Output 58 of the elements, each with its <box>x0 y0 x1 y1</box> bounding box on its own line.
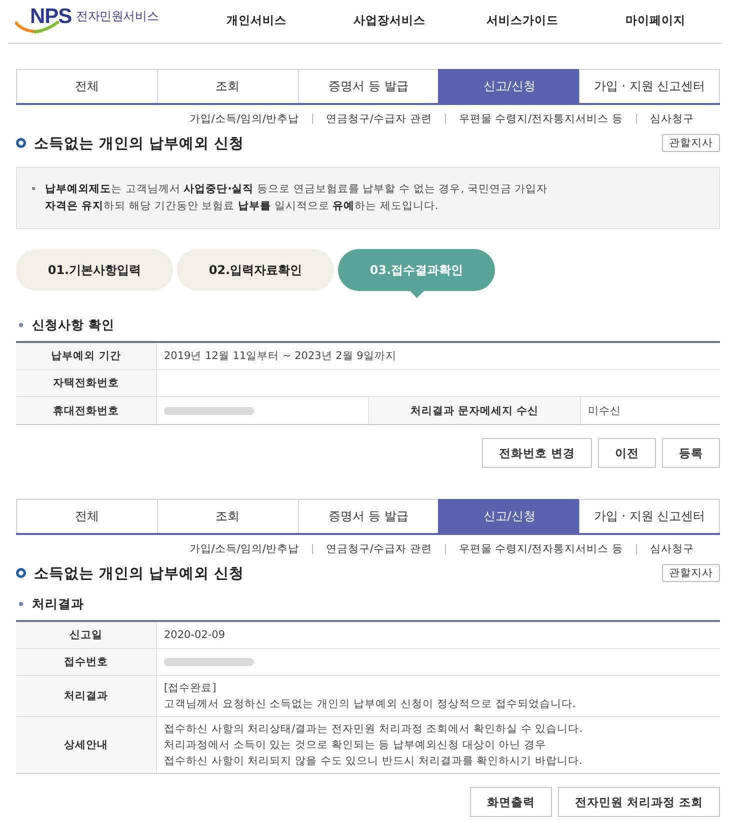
tab[interactable]: 조회 <box>156 499 298 533</box>
row-label: 상세안내 <box>16 717 156 773</box>
sub-link[interactable]: 우편물 수령지/전자통지서비스 등 <box>458 542 623 556</box>
action-button[interactable]: 전화번호 변경 <box>482 438 592 468</box>
progress-step: 02.입력자료확인 <box>177 249 334 291</box>
office-button[interactable]: 관할지사 <box>662 134 720 152</box>
progress-step: 03.접수결과확인 <box>338 249 495 291</box>
row-label: 처리결과 문자메세지 수신 <box>368 397 580 424</box>
sub-link[interactable]: 가입/소득/임의/반추납 <box>189 542 299 556</box>
row-label: 처리결과 <box>16 676 156 717</box>
tab[interactable]: 신고/신청 <box>438 69 580 103</box>
action-button[interactable]: 등록 <box>662 438 720 468</box>
ring-icon <box>16 568 26 578</box>
tab[interactable]: 전체 <box>16 499 157 533</box>
tab[interactable]: 증명서 등 발급 <box>298 499 438 533</box>
logo-text: NPS <box>30 6 72 28</box>
sub-link[interactable]: 심사청구 <box>650 112 694 126</box>
page-title: 소득없는 개인의 납부예외 신청 <box>34 134 244 152</box>
action-button[interactable]: 화면출력 <box>470 787 552 817</box>
sub-link[interactable]: 심사청구 <box>650 542 694 556</box>
tab[interactable]: 증명서 등 발급 <box>298 69 438 103</box>
row-label: 자택전화번호 <box>16 370 156 397</box>
progress-step: 01.기본사항입력 <box>16 249 173 291</box>
row-label: 납부예외 기간 <box>16 343 156 370</box>
tab[interactable]: 가입 · 지원 신고센터 <box>579 499 720 533</box>
row-label: 휴대전화번호 <box>16 397 156 424</box>
action-button[interactable]: 이전 <box>598 438 656 468</box>
table-cell: 접수하신 사항의 처리상태/결과는 전자민원 처리과정 조회에서 확인하실 수 있습니다. 처리과정에서 소득이 있는 것으로 확인되는 등 납부예외신청 대상이 아닌 경우 접수하신 사항이 처리되지 않을 수도 있으니 반드시 처리결과를 확인하시기 바랍니다. <box>156 717 720 773</box>
sub-link[interactable]: 우편물 수령지/전자통지서비스 등 <box>458 112 623 126</box>
nav-link[interactable]: 개인서비스 <box>226 12 286 28</box>
bullet-icon <box>32 187 35 190</box>
tab[interactable]: 조회 <box>156 69 298 103</box>
pointer-icon <box>410 291 424 298</box>
sub-link[interactable]: 가입/소득/임의/반추납 <box>189 112 299 126</box>
row-label: 신고일 <box>16 622 156 649</box>
site-name: 전자민원서비스 <box>76 8 159 25</box>
section-subtitle: 신청사항 확인 <box>32 316 114 334</box>
table-cell: 2019년 12월 11일부터 ~ 2023년 2월 9일까지 <box>156 343 720 370</box>
info-text: 납부예외제도는 고객님께서 사업중단·실직 등으로 연금보험료를 납부할 수 없는 경우, 국민연금 가입자 자격은 유지하되 해당 기간동안 보험료 납부를 일시적으로 유예하는 제도입니다. <box>45 182 548 214</box>
bullet-icon <box>19 602 23 606</box>
section-subtitle: 처리결과 <box>32 596 84 612</box>
office-button[interactable]: 관할지사 <box>662 564 720 582</box>
sub-link[interactable]: 연금청구/수급자 관련 <box>326 542 432 556</box>
table-cell: [접수완료] 고객님께서 요청하신 소득없는 개인의 납부예외 신청이 정상적으로 접수되었습니다. <box>156 676 720 717</box>
action-button[interactable]: 전자민원 처리과정 조회 <box>558 787 720 817</box>
tab[interactable]: 신고/신청 <box>438 499 580 533</box>
row-label: 접수번호 <box>16 649 156 676</box>
table-cell: 2020-02-09 <box>156 622 720 649</box>
tab[interactable]: 가입 · 지원 신고센터 <box>579 69 720 103</box>
sub-link[interactable]: 연금청구/수급자 관련 <box>326 112 432 126</box>
nav-link[interactable]: 마이페이지 <box>626 12 686 28</box>
table-cell: 미수신 <box>580 397 720 424</box>
tab[interactable]: 전체 <box>16 69 157 103</box>
nav-link[interactable]: 서비스가이드 <box>486 12 558 28</box>
nav-link[interactable]: 사업장서비스 <box>354 12 426 28</box>
page-title: 소득없는 개인의 납부예외 신청 <box>34 564 244 582</box>
ring-icon <box>16 138 26 148</box>
bullet-icon <box>19 323 23 327</box>
